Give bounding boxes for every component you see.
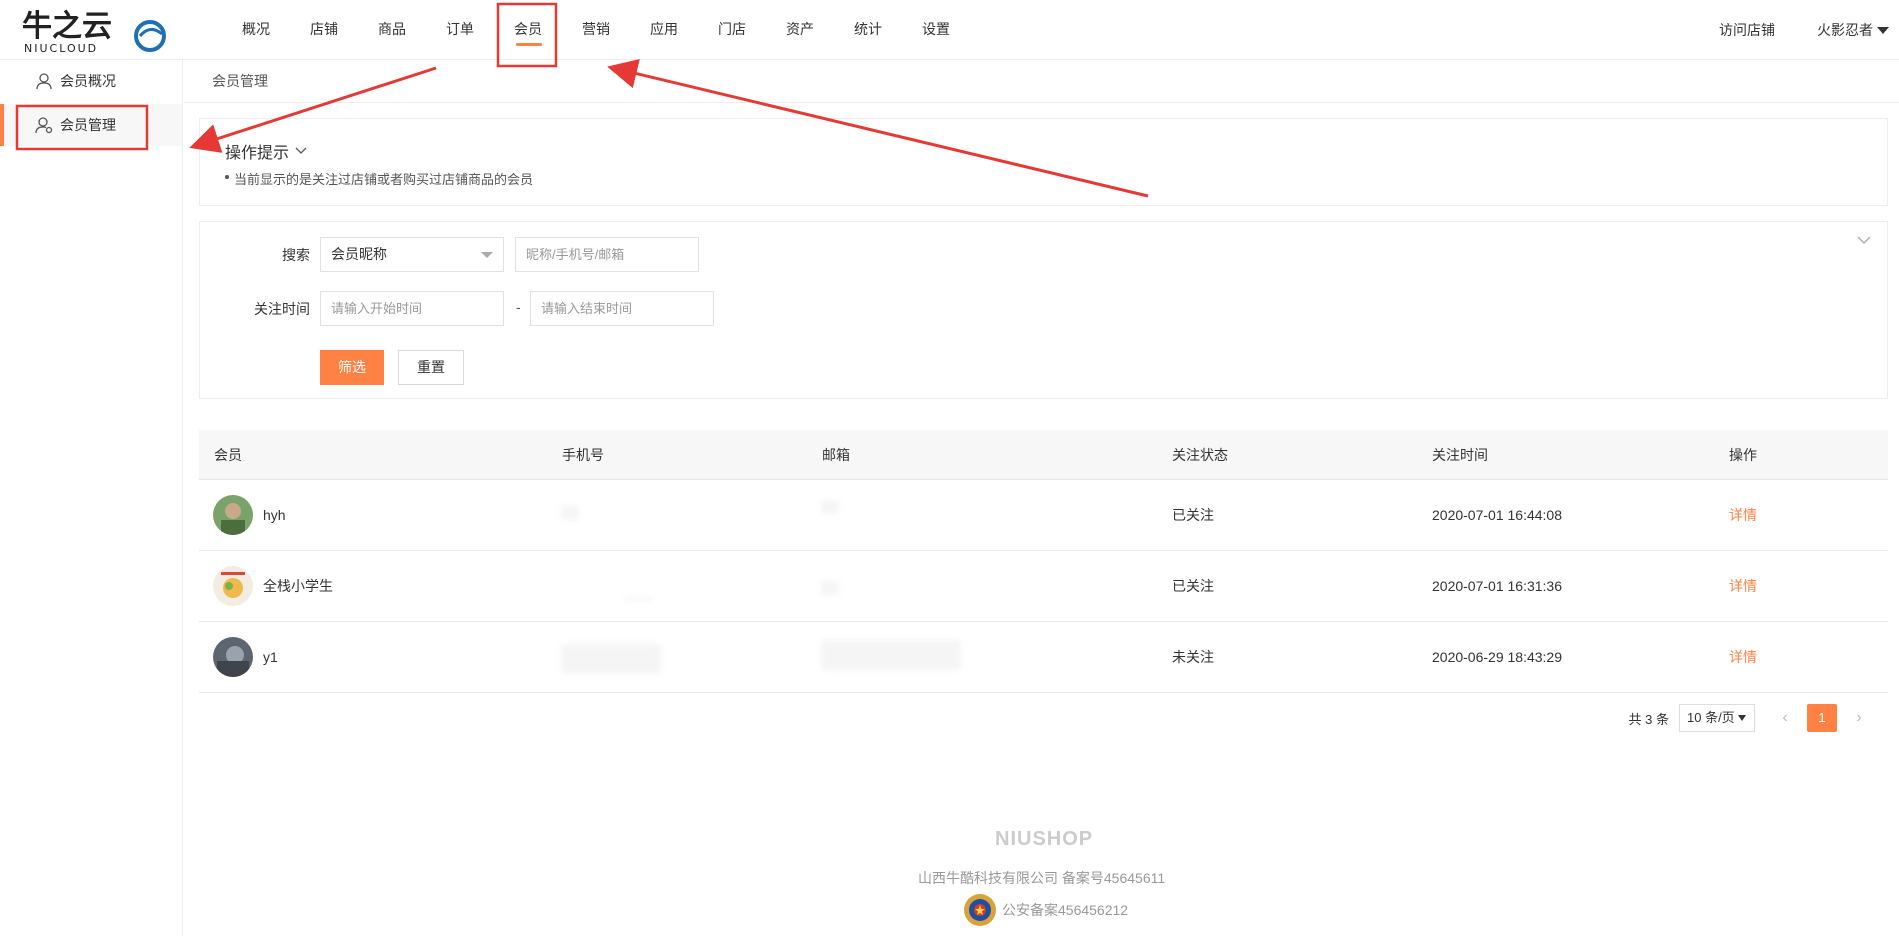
- detail-link[interactable]: 详情: [1729, 480, 1757, 550]
- column-header-email: 邮箱: [822, 447, 850, 463]
- nav-item-apps[interactable]: 应用: [630, 0, 698, 60]
- column-header-actions: 操作: [1729, 447, 1757, 463]
- footer-company: 山西牛酷科技有限公司 备案号45645611: [918, 870, 1166, 886]
- member-name: hyh: [263, 507, 286, 523]
- column-header-follow-time: 关注时间: [1432, 447, 1488, 463]
- svg-text:牛之云: 牛之云: [22, 9, 112, 44]
- table-header: 会员 手机号 邮箱 关注状态 关注时间 操作: [199, 430, 1888, 480]
- member-avatar: [213, 495, 253, 535]
- police-record-text: 公安备案456456212: [1002, 902, 1129, 918]
- end-time-placeholder: 请输入结束时间: [541, 301, 633, 316]
- search-type-select[interactable]: 会员昵称: [320, 237, 504, 272]
- page-size-value: 10 条/页: [1687, 710, 1735, 725]
- page-size-select[interactable]: 10 条/页: [1679, 704, 1755, 732]
- svg-text:NIUCLOUD: NIUCLOUD: [24, 42, 98, 54]
- visit-store-link[interactable]: 访问店铺: [1719, 20, 1775, 40]
- tips-title: 操作提示: [225, 145, 290, 162]
- user-icon: [36, 73, 52, 90]
- nav-item-marketing[interactable]: 营销: [562, 0, 630, 60]
- page-number-button[interactable]: 1: [1807, 704, 1837, 732]
- phone-redacted: [561, 644, 661, 674]
- phone-redacted: [561, 506, 579, 520]
- sidebar-item-label: 会员概况: [60, 73, 116, 89]
- footer-police-record: 公安备案456456212: [962, 892, 1128, 928]
- follow-status: 未关注: [1172, 649, 1214, 665]
- next-page-button[interactable]: ›: [1849, 709, 1869, 727]
- email-redacted: [821, 500, 839, 514]
- detail-link[interactable]: 详情: [1729, 622, 1757, 692]
- email-redacted: [821, 640, 961, 670]
- phone-redacted: [624, 597, 654, 601]
- nav-item-assets[interactable]: 资产: [766, 0, 834, 60]
- keyword-input[interactable]: 昵称/手机号/邮箱: [515, 237, 699, 272]
- main-nav: 概况 店铺 商品 订单 会员 营销 应用 门店 资产 统计 设置: [222, 0, 970, 60]
- collapse-chevron-icon[interactable]: [1857, 236, 1871, 245]
- breadcrumb-current[interactable]: 会员管理: [212, 73, 268, 89]
- nav-item-stores[interactable]: 门店: [698, 0, 766, 60]
- top-right-actions: 访问店铺 火影忍者: [1719, 0, 1899, 60]
- tips-text: 当前显示的是关注过店铺或者购买过店铺商品的会员: [224, 169, 533, 188]
- pagination-total: 共 3 条: [1628, 711, 1669, 727]
- footer-brand: NIUSHOP: [995, 828, 1094, 850]
- nav-item-shop[interactable]: 店铺: [290, 0, 358, 60]
- search-type-value: 会员昵称: [331, 246, 387, 262]
- member-name: 全栈小学生: [263, 578, 333, 594]
- member-avatar: [213, 637, 253, 677]
- reset-button[interactable]: 重置: [398, 350, 464, 385]
- table-row: 全栈小学生 已关注 2020-07-01 16:31:36 详情: [199, 551, 1888, 622]
- nav-item-settings[interactable]: 设置: [902, 0, 970, 60]
- member-name: y1: [263, 649, 278, 665]
- prev-page-button[interactable]: ‹: [1775, 709, 1795, 727]
- follow-time-label: 关注时间: [254, 301, 310, 317]
- search-label: 搜索: [282, 247, 310, 263]
- pagination: 共 3 条 10 条/页 ‹ 1 ›: [1629, 704, 1869, 732]
- column-header-member: 会员: [214, 447, 242, 463]
- user-settings-icon: [35, 117, 53, 134]
- niucloud-logo[interactable]: 牛之云 NIUCLOUD: [22, 8, 167, 55]
- chevron-down-icon: [295, 147, 307, 154]
- select-arrow-icon: [481, 252, 493, 258]
- follow-time: 2020-06-29 18:43:29: [1432, 649, 1562, 665]
- nav-item-goods[interactable]: 商品: [358, 0, 426, 60]
- member-avatar: [213, 566, 253, 606]
- member-table: 会员 手机号 邮箱 关注状态 关注时间 操作 hyh 已关注 2020-07-0…: [199, 430, 1888, 693]
- niucloud-logo-image: 牛之云 NIUCLOUD: [22, 9, 166, 55]
- range-separator: -: [516, 299, 521, 315]
- email-redacted: [821, 581, 839, 595]
- start-time-placeholder: 请输入开始时间: [331, 301, 423, 316]
- breadcrumb: 会员管理: [184, 60, 1899, 103]
- table-row: y1 未关注 2020-06-29 18:43:29 详情: [199, 622, 1888, 693]
- nav-item-overview[interactable]: 概况: [222, 0, 290, 60]
- user-name: 火影忍者: [1817, 22, 1873, 38]
- search-panel: 搜索 会员昵称 昵称/手机号/邮箱 关注时间 请输入开始时间 - 请输入结束时间…: [199, 221, 1888, 399]
- caret-down-icon: [1877, 26, 1889, 34]
- column-header-phone: 手机号: [562, 447, 604, 463]
- end-time-input[interactable]: 请输入结束时间: [530, 291, 714, 326]
- detail-link[interactable]: 详情: [1729, 551, 1757, 621]
- sidebar-item-member-overview[interactable]: 会员概况: [0, 60, 182, 102]
- nav-item-statistics[interactable]: 统计: [834, 0, 902, 60]
- sidebar-item-member-management[interactable]: 会员管理: [0, 104, 182, 146]
- caret-down-icon: [1738, 715, 1746, 721]
- nav-item-members[interactable]: 会员: [494, 0, 562, 60]
- start-time-input[interactable]: 请输入开始时间: [320, 291, 504, 326]
- police-badge-icon: [964, 894, 996, 926]
- table-row: hyh 已关注 2020-07-01 16:44:08 详情: [199, 480, 1888, 551]
- user-menu[interactable]: 火影忍者: [1817, 20, 1889, 40]
- keyword-placeholder: 昵称/手机号/邮箱: [526, 247, 625, 262]
- nav-item-orders[interactable]: 订单: [426, 0, 494, 60]
- filter-button[interactable]: 筛选: [320, 350, 384, 385]
- follow-status: 已关注: [1172, 507, 1214, 523]
- column-header-follow-status: 关注状态: [1172, 447, 1228, 463]
- operation-tips-panel: 操作提示 当前显示的是关注过店铺或者购买过店铺商品的会员: [199, 118, 1888, 206]
- tips-toggle[interactable]: 操作提示: [225, 139, 307, 163]
- sidebar: 会员概况 会员管理: [0, 60, 183, 936]
- follow-time: 2020-07-01 16:44:08: [1432, 507, 1562, 523]
- follow-time: 2020-07-01 16:31:36: [1432, 578, 1562, 594]
- sidebar-item-label: 会员管理: [60, 117, 116, 133]
- top-navbar: 牛之云 NIUCLOUD 概况 店铺 商品 订单 会员 营销 应用 门店 资产 …: [0, 0, 1899, 60]
- follow-status: 已关注: [1172, 578, 1214, 594]
